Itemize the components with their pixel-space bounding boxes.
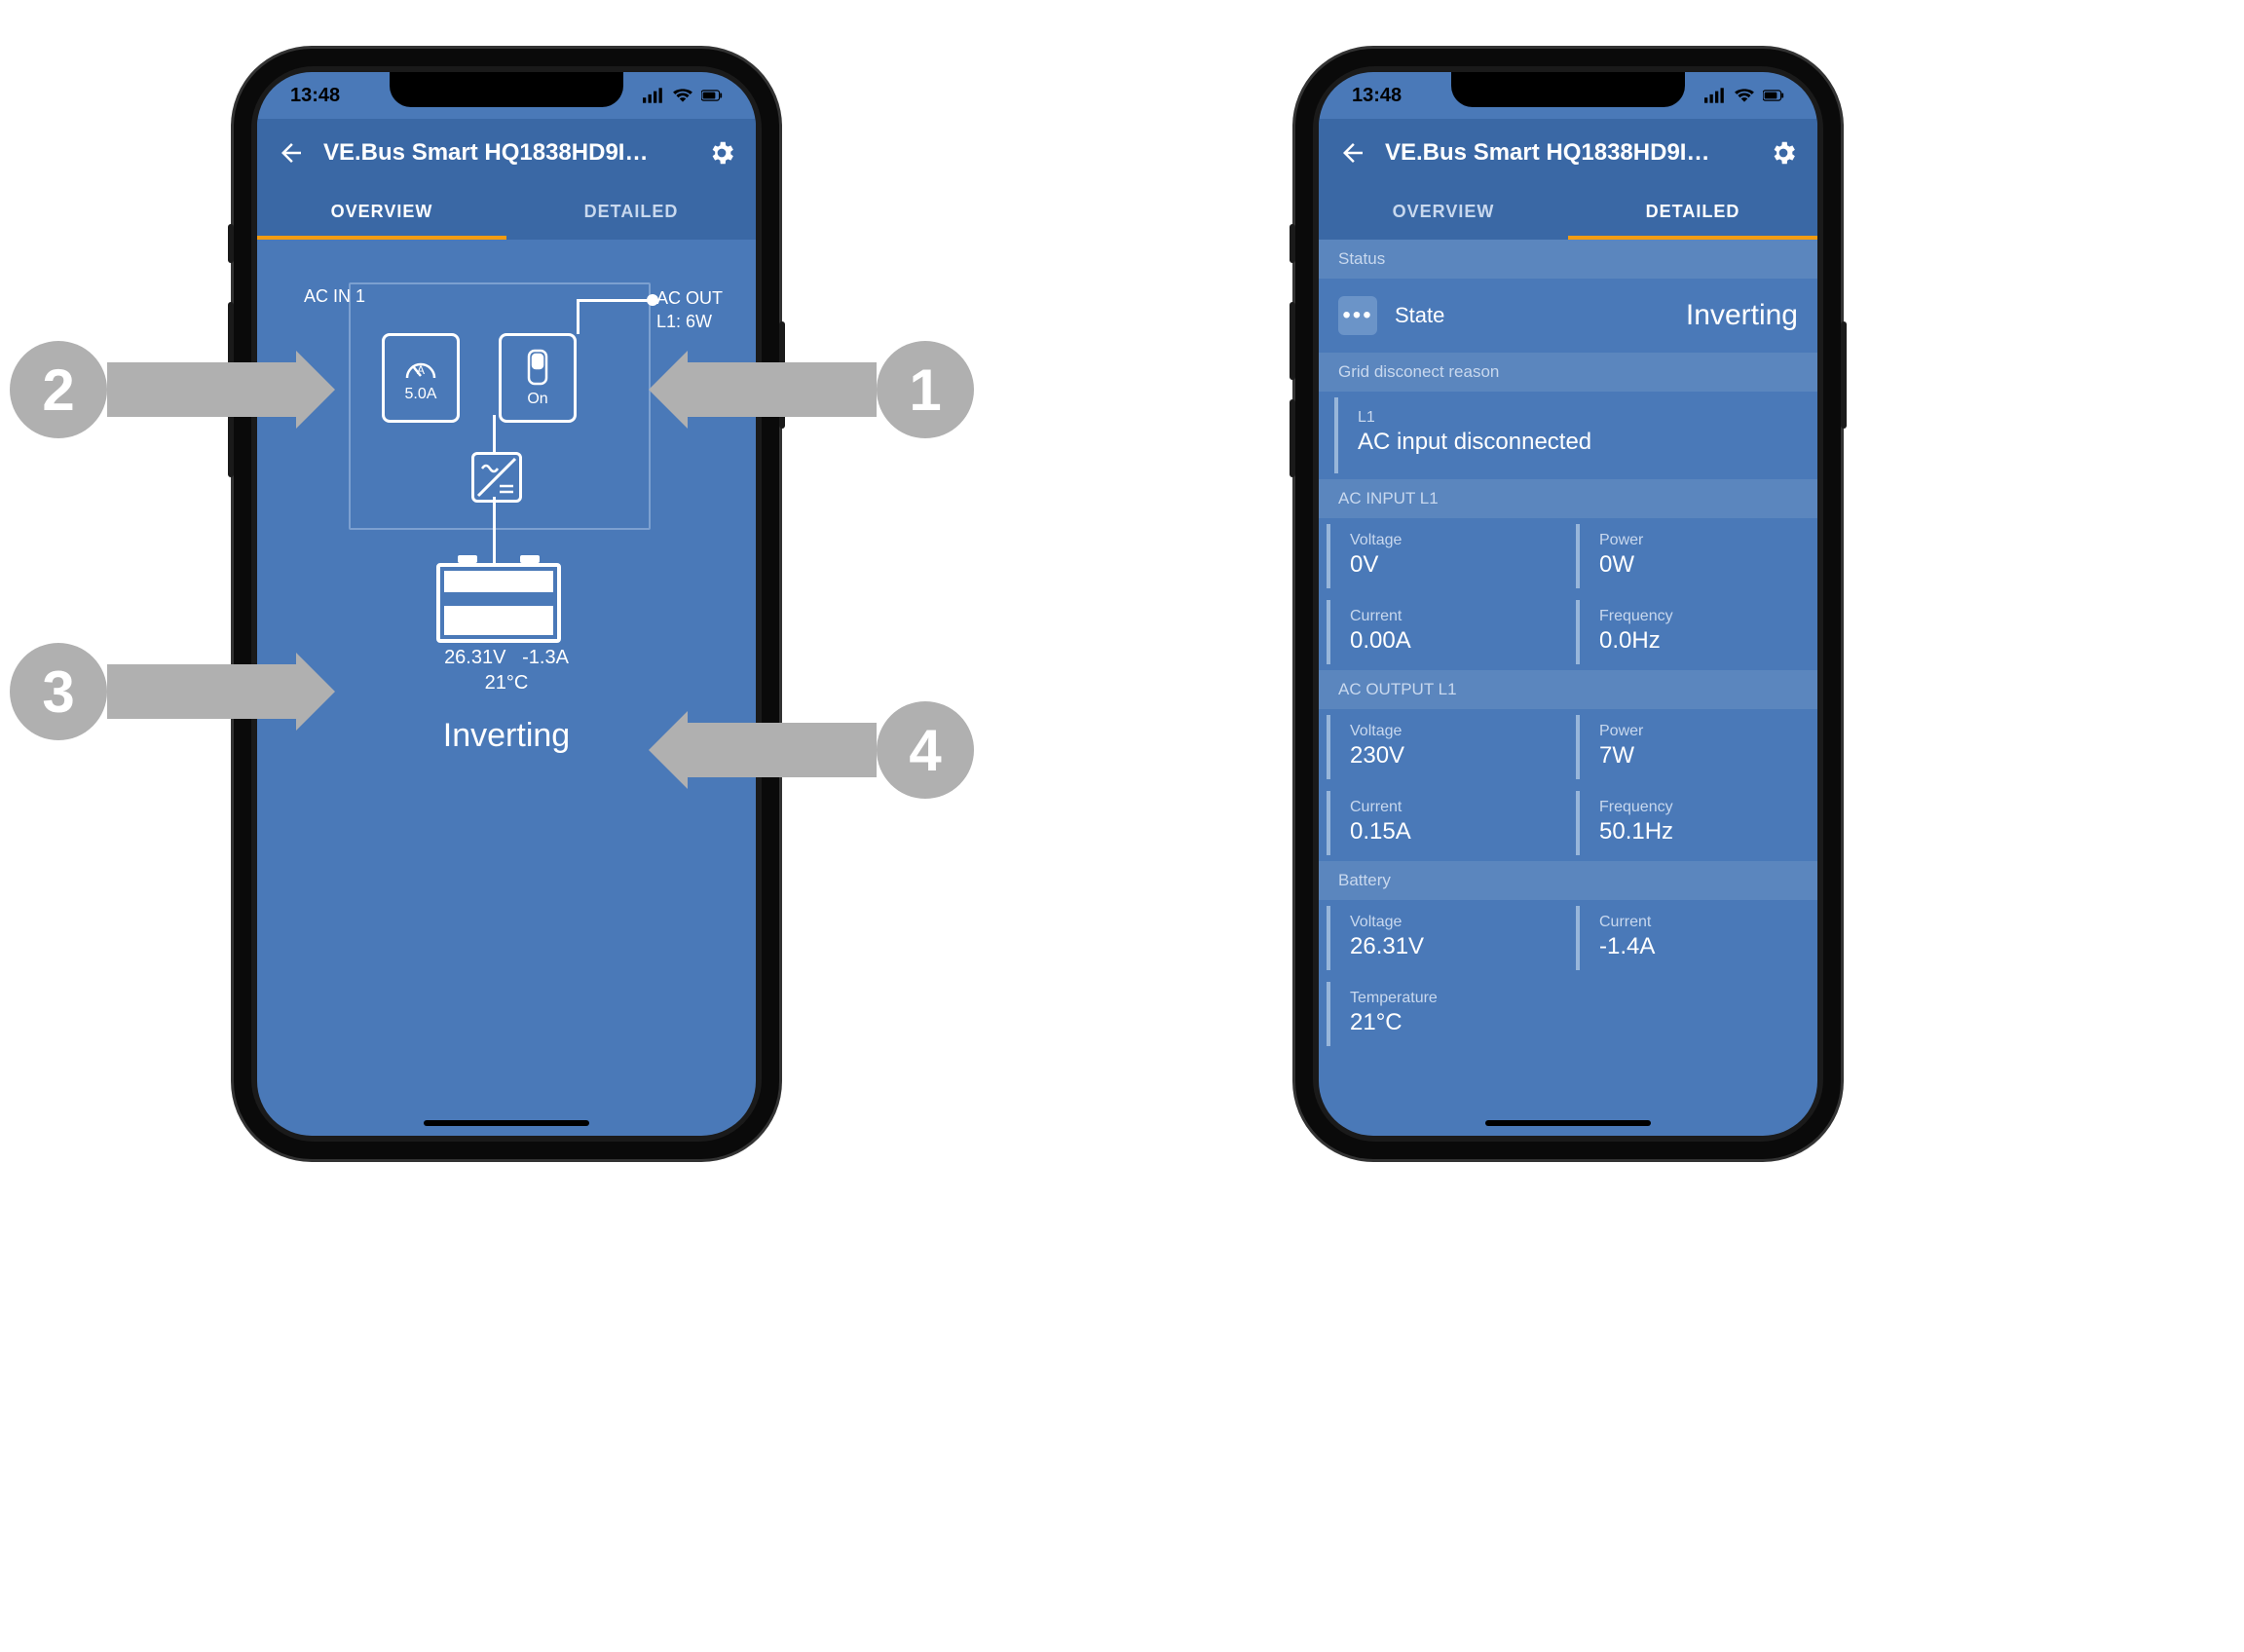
battery-icon[interactable] xyxy=(436,563,561,643)
notch xyxy=(1451,72,1685,107)
switch-tile[interactable]: On xyxy=(499,333,577,423)
callout-1: 1 xyxy=(682,341,974,438)
state-value: Inverting xyxy=(1686,299,1798,332)
tab-overview[interactable]: OVERVIEW xyxy=(1319,187,1568,240)
section-ac-input: AC INPUT L1 xyxy=(1319,479,1817,518)
signal-icon xyxy=(643,88,664,103)
state-more-button[interactable]: ••• xyxy=(1338,296,1377,335)
header-title: VE.Bus Smart HQ1838HD9I… xyxy=(1385,139,1751,167)
ac-out-label: AC OUT L1: 6W xyxy=(656,286,723,333)
batt-voltage: Voltage26.31V xyxy=(1327,906,1560,970)
home-indicator[interactable] xyxy=(424,1120,589,1126)
phone-detailed: 13:48 VE.Bus Smart HQ1838HD9I… OVERVIEW … xyxy=(1295,49,1841,1159)
status-time: 13:48 xyxy=(290,85,340,107)
callout-2: 2 xyxy=(10,341,302,438)
wifi-icon xyxy=(1734,88,1755,103)
detailed-content[interactable]: Status ••• State Inverting Grid disconec… xyxy=(1319,240,1817,1136)
ac-out-current: Current0.15A xyxy=(1327,791,1560,855)
batt-current: Current-1.4A xyxy=(1576,906,1810,970)
back-icon[interactable] xyxy=(1338,138,1367,168)
ac-in-freq: Frequency0.0Hz xyxy=(1576,600,1810,664)
tab-detailed[interactable]: DETAILED xyxy=(1568,187,1817,240)
battery-readings: 26.31V -1.3A 21°C xyxy=(284,645,729,695)
app-header: VE.Bus Smart HQ1838HD9I… xyxy=(257,119,756,187)
phone-overview: 13:48 VE.Bus Smart HQ1838HD9I… OVERVIEW … xyxy=(234,49,779,1159)
ac-in-label: AC IN 1 xyxy=(304,286,365,307)
battery-icon xyxy=(701,88,723,103)
ac-in-power: Power0W xyxy=(1576,524,1810,588)
current-limit-tile[interactable]: A 5.0A xyxy=(382,333,460,423)
callout-3: 3 xyxy=(10,643,302,740)
ac-in-voltage: Voltage0V xyxy=(1327,524,1560,588)
notch xyxy=(390,72,623,107)
status-time: 13:48 xyxy=(1352,85,1402,107)
section-grid-reason: Grid disconect reason xyxy=(1319,353,1817,392)
ac-out-freq: Frequency50.1Hz xyxy=(1576,791,1810,855)
ac-out-voltage: Voltage230V xyxy=(1327,715,1560,779)
tab-detailed[interactable]: DETAILED xyxy=(506,187,756,240)
switch-label: On xyxy=(527,391,547,408)
ac-out-power: Power7W xyxy=(1576,715,1810,779)
section-battery: Battery xyxy=(1319,861,1817,900)
state-row[interactable]: ••• State Inverting xyxy=(1319,279,1817,353)
home-indicator[interactable] xyxy=(1485,1120,1651,1126)
back-icon[interactable] xyxy=(277,138,306,168)
state-label: State xyxy=(1395,303,1444,328)
switch-icon xyxy=(526,348,549,387)
signal-icon xyxy=(1704,88,1726,103)
tabs: OVERVIEW DETAILED xyxy=(1319,187,1817,240)
gauge-icon: A xyxy=(403,353,438,382)
current-limit-value: 5.0A xyxy=(405,386,437,403)
battery-icon xyxy=(1763,88,1784,103)
app-header: VE.Bus Smart HQ1838HD9I… xyxy=(1319,119,1817,187)
tabs: OVERVIEW DETAILED xyxy=(257,187,756,240)
converter-icon xyxy=(471,452,522,503)
wifi-icon xyxy=(672,88,693,103)
grid-reason: AC input disconnected xyxy=(1358,429,1790,456)
batt-temp: Temperature21°C xyxy=(1327,982,1579,1046)
svg-text:A: A xyxy=(417,363,425,377)
section-ac-output: AC OUTPUT L1 xyxy=(1319,670,1817,709)
callout-4: 4 xyxy=(682,701,974,799)
gear-icon[interactable] xyxy=(707,138,736,168)
grid-line: L1 xyxy=(1358,409,1790,427)
tab-overview[interactable]: OVERVIEW xyxy=(257,187,506,240)
header-title: VE.Bus Smart HQ1838HD9I… xyxy=(323,139,690,167)
section-status: Status xyxy=(1319,240,1817,279)
ac-in-current: Current0.00A xyxy=(1327,600,1560,664)
grid-reason-row: L1 AC input disconnected xyxy=(1334,397,1810,473)
gear-icon[interactable] xyxy=(1769,138,1798,168)
